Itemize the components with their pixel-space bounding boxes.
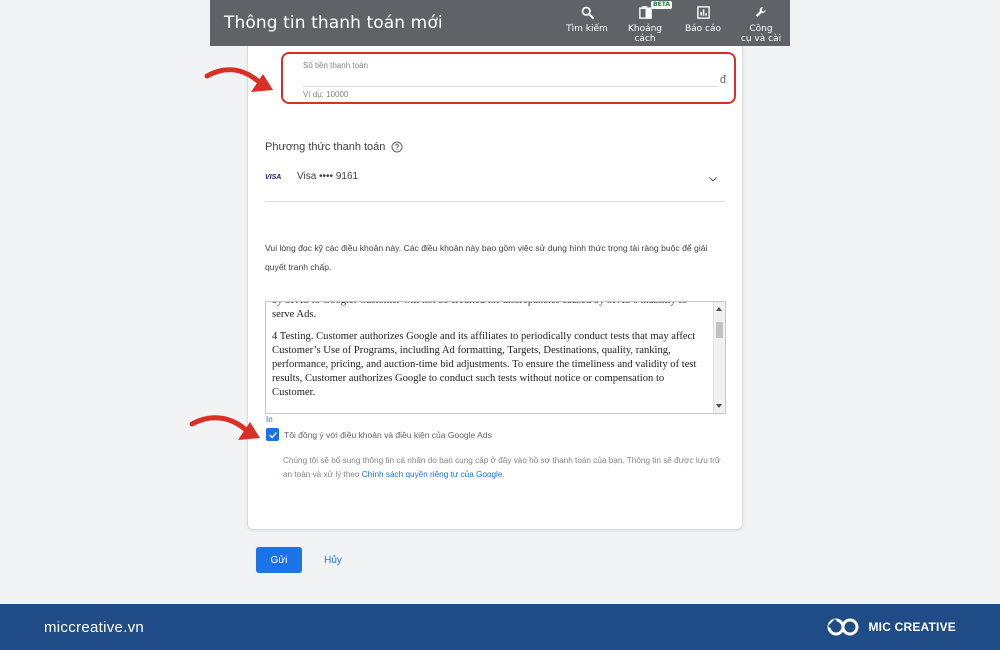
search-tool-button[interactable]: Tìm kiếm bbox=[558, 0, 616, 46]
reports-tool-label: Báo cáo bbox=[684, 24, 722, 34]
amount-hint: Ví dụ: 10000 bbox=[303, 90, 349, 99]
footer-site-url[interactable]: miccreative.vn bbox=[44, 619, 144, 636]
visa-logo: VISA bbox=[265, 174, 282, 181]
terms-intro: Vui lòng đọc kỹ các điều khoản này. Các … bbox=[265, 243, 708, 272]
print-link[interactable]: In bbox=[266, 415, 273, 424]
wrench-icon bbox=[755, 7, 766, 17]
privacy-policy-link[interactable]: Chính sách quyền riêng tư của Google bbox=[362, 470, 503, 479]
cancel-button[interactable]: Hủy bbox=[318, 547, 348, 573]
segments-tool-button[interactable]: BETA Khoảng cách bbox=[616, 0, 674, 46]
tools-label-line1: Công bbox=[749, 24, 773, 34]
tools-settings-button[interactable]: Công cụ và cài bbox=[732, 0, 790, 46]
billing-form-card: Số tiền thanh toán đ Ví dụ: 10000 Phương… bbox=[247, 46, 743, 530]
segments-tool-label: Khoảng cách bbox=[627, 24, 663, 44]
terms-text: by 3PAS to Google. Customer will not be … bbox=[272, 302, 708, 408]
footer-brand-name: MIC CREATIVE bbox=[868, 620, 956, 634]
amount-field-highlight[interactable]: Số tiền thanh toán đ Ví dụ: 10000 bbox=[281, 52, 736, 104]
app-header: Thông tin thanh toán mới Tìm kiếm BETA K… bbox=[210, 0, 790, 46]
beta-badge: BETA bbox=[651, 1, 672, 9]
page-title: Thông tin thanh toán mới bbox=[224, 13, 443, 33]
payment-method-title: Phương thức thanh toán bbox=[265, 141, 386, 153]
mic-creative-logo-icon bbox=[827, 618, 859, 636]
site-footer: miccreative.vn MIC CREATIVE bbox=[0, 604, 1000, 650]
agree-label: Tôi đồng ý với điều khoản và điều kiện c… bbox=[284, 429, 492, 440]
payment-method-heading: Phương thức thanh toán bbox=[265, 141, 403, 153]
help-icon[interactable] bbox=[391, 141, 403, 153]
send-button[interactable]: Gửi bbox=[256, 547, 302, 573]
reports-tool-button[interactable]: Báo cáo bbox=[674, 0, 732, 46]
card-number: Visa •••• 9161 bbox=[297, 171, 359, 182]
terms-scrollbar[interactable] bbox=[713, 302, 725, 413]
check-icon bbox=[268, 431, 277, 438]
amount-label: Số tiền thanh toán bbox=[303, 61, 368, 70]
header-tools: Tìm kiếm BETA Khoảng cách Báo cáo Công c… bbox=[558, 0, 790, 46]
tools-label-line2: cụ và cài bbox=[740, 34, 782, 44]
annotation-arrow-icon bbox=[204, 67, 273, 92]
reports-icon bbox=[696, 6, 710, 19]
terms-paragraph: 4 Testing. Customer authorizes Google an… bbox=[272, 331, 697, 398]
agree-terms-row[interactable]: Tôi đồng ý với điều khoản và điều kiện c… bbox=[266, 428, 492, 441]
privacy-info-end: . bbox=[502, 469, 505, 479]
footer-brand: MIC CREATIVE bbox=[826, 616, 956, 638]
agree-checkbox[interactable] bbox=[266, 428, 279, 441]
terms-scroll-box[interactable]: by 3PAS to Google. Customer will not be … bbox=[265, 301, 726, 414]
chevron-down-icon bbox=[709, 177, 717, 182]
terms-paragraph: by 3PAS to Google. Customer will not be … bbox=[272, 302, 687, 320]
amount-input-underline bbox=[303, 86, 718, 87]
currency-symbol: đ bbox=[719, 74, 726, 86]
scroll-thumb[interactable] bbox=[716, 322, 723, 338]
scroll-up-arrow-icon[interactable] bbox=[716, 307, 722, 311]
search-tool-label: Tìm kiếm bbox=[566, 24, 608, 34]
scroll-down-arrow-icon[interactable] bbox=[716, 404, 722, 408]
privacy-info: Chúng tôi sẽ bổ sung thông tin cá nhân d… bbox=[283, 454, 728, 481]
search-icon bbox=[581, 6, 594, 20]
annotation-arrow-icon bbox=[189, 415, 260, 440]
payment-method-select[interactable]: VISA Visa •••• 9161 bbox=[265, 168, 725, 202]
